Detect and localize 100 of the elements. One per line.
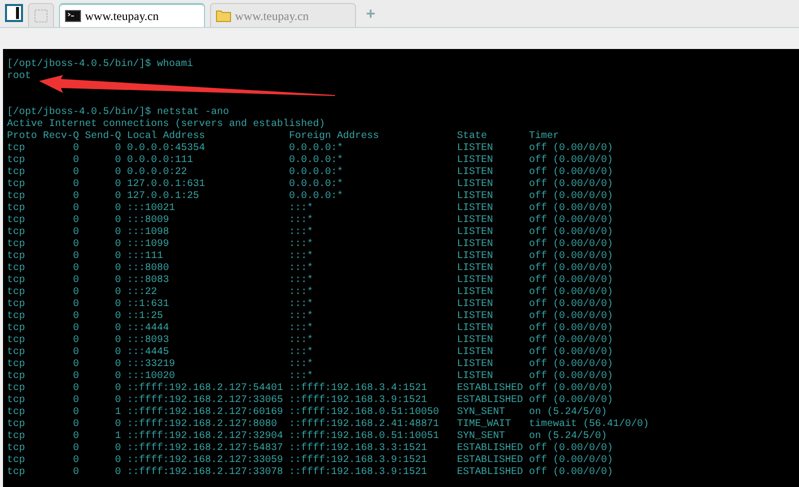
timer-cell: off (0.00/0/0) — [529, 251, 614, 262]
state-header: State — [457, 131, 488, 142]
state-cell: ESTABLISHED — [457, 383, 524, 394]
recv-q-cell: 0 — [72, 455, 79, 466]
send-q-cell: 0 — [114, 311, 121, 322]
timer-cell: off (0.00/0/0) — [529, 167, 614, 178]
foreign-address-cell: ::ffff:192.168.3.4:1521 — [289, 383, 428, 394]
state-cell: LISTEN — [457, 275, 494, 286]
foreign-address-cell: :::* — [289, 203, 314, 214]
timer-cell: off (0.00/0/0) — [529, 395, 614, 406]
proto-cell: tcp — [7, 251, 26, 262]
recv-q-cell: 0 — [72, 275, 79, 286]
recv-q-cell: 0 — [72, 251, 79, 262]
state-cell: LISTEN — [457, 227, 494, 238]
send-q-cell: 0 — [114, 383, 121, 394]
tab[interactable]: www.teupay.cn — [59, 3, 205, 27]
timer-cell: off (0.00/0/0) — [529, 311, 614, 322]
command-output: Active Internet connections (servers and established) — [7, 119, 326, 130]
state-cell: TIME_WAIT — [457, 419, 512, 430]
local-address-cell: ::ffff:192.168.2.127:33059 — [127, 455, 284, 466]
local-address-cell: :::1098 — [127, 227, 170, 238]
proto-cell: tcp — [7, 287, 26, 298]
recv-q-cell: 0 — [72, 323, 79, 334]
new-tab-button[interactable]: + — [361, 3, 380, 27]
foreign-address-cell: :::* — [289, 215, 314, 226]
state-cell: LISTEN — [457, 179, 494, 190]
state-cell: LISTEN — [457, 299, 494, 310]
timer-cell: on (5.24/5/0) — [529, 407, 608, 418]
timer-cell: off (0.00/0/0) — [529, 323, 614, 334]
state-cell: LISTEN — [457, 323, 494, 334]
send-q-cell: 0 — [114, 287, 121, 298]
recv-q-cell: 0 — [72, 335, 79, 346]
foreign-address-cell: :::* — [289, 359, 314, 370]
shell-prompt: [/opt/jboss-4.0.5/bin/]$ — [7, 59, 152, 71]
timer-cell: off (0.00/0/0) — [529, 347, 614, 358]
local-address-cell: :::8083 — [127, 275, 170, 286]
foreign-address-cell: ::ffff:192.168.2.41:48871 — [289, 419, 440, 430]
local-address-cell: :::111 — [127, 251, 164, 262]
recv-q-cell: 0 — [72, 143, 79, 154]
state-cell: SYN_SENT — [457, 407, 506, 418]
recv-q-cell: 0 — [72, 419, 79, 430]
recv-q-cell: 0 — [72, 227, 79, 238]
recv-q-cell: 0 — [72, 167, 79, 178]
proto-cell: tcp — [7, 311, 26, 322]
send-q-cell: 0 — [114, 299, 121, 310]
recv-q-cell: 0 — [72, 287, 79, 298]
state-cell: ESTABLISHED — [457, 443, 524, 454]
recv-q-cell: 0 — [72, 407, 79, 418]
foreign-address-header: Foreign Address — [289, 131, 380, 142]
recv-q-cell: 0 — [72, 155, 79, 166]
proto-cell: tcp — [7, 227, 26, 238]
folder-icon — [216, 9, 231, 22]
command-output: root — [7, 71, 32, 82]
proto-cell: tcp — [7, 395, 26, 406]
state-cell: LISTEN — [457, 251, 494, 262]
sidebar-toggle-icon[interactable] — [5, 4, 23, 22]
proto-cell: tcp — [7, 407, 26, 418]
recv-q-cell: 0 — [72, 371, 79, 382]
proto-cell: tcp — [7, 215, 26, 226]
send-q-cell: 0 — [114, 467, 121, 478]
foreign-address-cell: :::* — [289, 311, 314, 322]
recv-q-cell: 0 — [72, 311, 79, 322]
foreign-address-cell: :::* — [289, 371, 314, 382]
proto-cell: tcp — [7, 419, 26, 430]
foreign-address-cell: ::ffff:192.168.0.51:10051 — [289, 431, 440, 442]
foreign-address-cell: ::ffff:192.168.3.9:1521 — [289, 467, 428, 478]
tab[interactable]: www.teupay.cn — [210, 3, 356, 27]
send-q-header: Send-Q — [84, 131, 121, 142]
send-q-cell: 0 — [114, 215, 121, 226]
state-cell: LISTEN — [457, 215, 494, 226]
local-address-cell: :::4445 — [127, 347, 170, 358]
local-address-cell: ::ffff:192.168.2.127:54837 — [127, 443, 284, 454]
local-address-cell: ::ffff:192.168.2.127:33078 — [127, 467, 284, 478]
local-address-cell: ::1:25 — [127, 311, 164, 322]
foreign-address-cell: :::* — [289, 347, 314, 358]
foreign-address-cell: 0.0.0.0:* — [289, 167, 344, 178]
foreign-address-cell: :::* — [289, 239, 314, 250]
send-q-cell: 1 — [114, 407, 121, 418]
timer-header: Timer — [529, 131, 560, 142]
state-cell: SYN_SENT — [457, 431, 506, 442]
send-q-cell: 0 — [114, 359, 121, 370]
proto-cell: tcp — [7, 467, 26, 478]
send-q-cell: 0 — [114, 371, 121, 382]
send-q-cell: 0 — [114, 227, 121, 238]
local-address-cell: :::10021 — [127, 203, 176, 214]
timer-cell: off (0.00/0/0) — [529, 275, 614, 286]
proto-cell: tcp — [7, 143, 26, 154]
proto-cell: tcp — [7, 431, 26, 442]
timer-cell: off (0.00/0/0) — [529, 359, 614, 370]
local-address-cell: ::ffff:192.168.2.127:32904 — [127, 431, 284, 442]
recv-q-cell: 0 — [72, 239, 79, 250]
local-address-cell: 0.0.0.0:45354 — [127, 143, 206, 154]
local-address-cell: 127.0.0.1:25 — [127, 191, 200, 202]
terminal-icon — [65, 10, 81, 22]
send-q-cell: 0 — [114, 203, 121, 214]
shell-command: netstat -ano — [157, 107, 230, 118]
foreign-address-cell: ::ffff:192.168.3.9:1521 — [289, 395, 428, 406]
foreign-address-cell: 0.0.0.0:* — [289, 143, 344, 154]
local-address-cell: ::1:631 — [127, 299, 170, 310]
local-address-header: Local Address — [127, 131, 206, 142]
